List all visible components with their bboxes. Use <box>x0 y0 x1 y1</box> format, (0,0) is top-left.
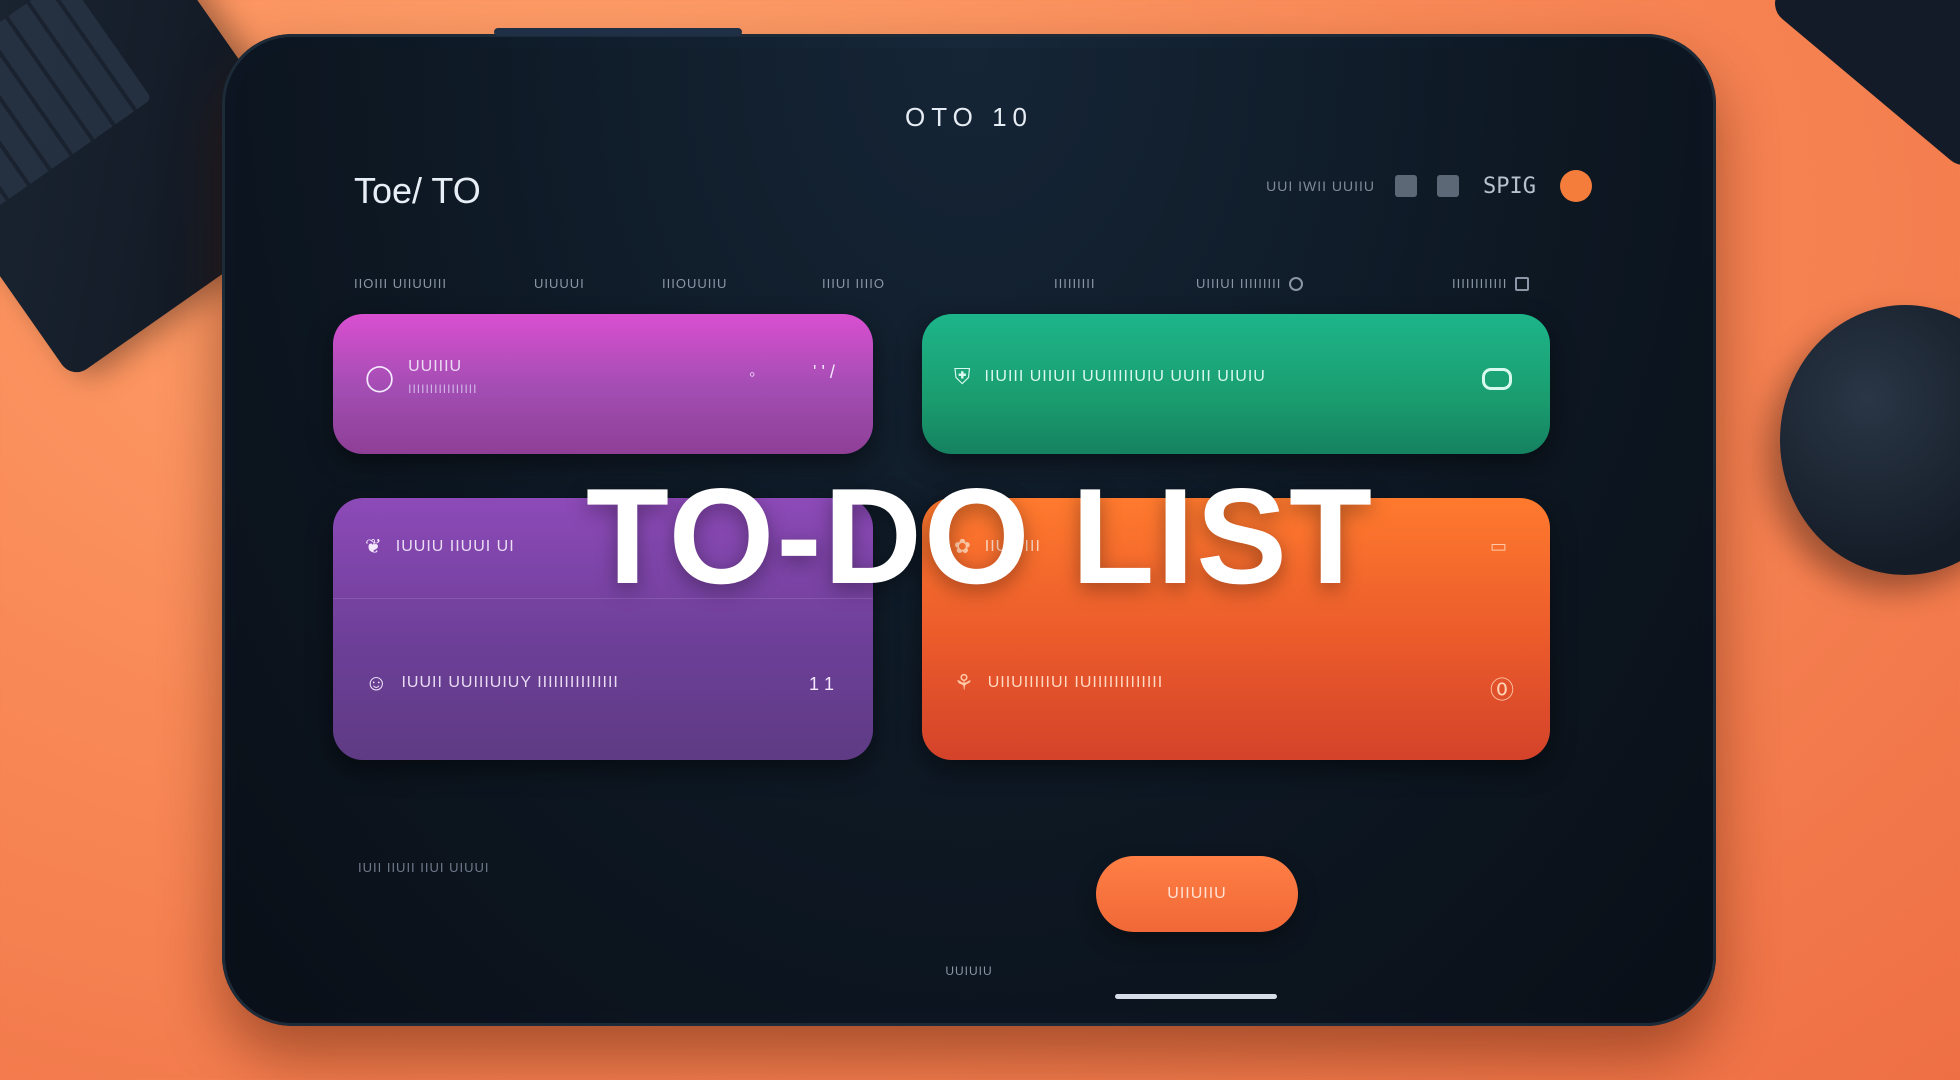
nav-bar: IIOIII UIIUUIII UIUUUI IIIOUUIIU IIIUI I… <box>354 276 1574 306</box>
tablet-top-bar <box>494 28 742 36</box>
laptop-keyboard <box>0 0 152 214</box>
nav-item[interactable]: IIOIII UIIUUIII <box>354 276 447 291</box>
task-text-group: UUIIIU IIIIIIIIIIIIIIII <box>408 358 477 396</box>
task-card-pink[interactable]: ◯ UUIIIU IIIIIIIIIIIIIIII ◦ ' ' / <box>333 314 873 454</box>
card-trailing-text: 1 1 <box>809 674 835 694</box>
task-title: UUIIIU <box>408 358 463 375</box>
screen-title: OTO 10 <box>904 102 1033 132</box>
nav-item-label: IIIUI IIIIO <box>822 276 886 291</box>
card-trailing-text: ' ' / <box>813 362 835 382</box>
home-indicator <box>1115 994 1277 999</box>
task-row: ◯ UUIIIU IIIIIIIIIIIIIIII <box>365 358 477 396</box>
pen-icon <box>1515 276 1530 291</box>
shield-icon: ⛨ <box>954 364 971 389</box>
avatar[interactable] <box>1560 170 1592 202</box>
nav-item[interactable]: IIIUI IIIIO <box>822 276 885 291</box>
task-row[interactable]: ☺ IUUII UUIIIUIUY IIIIIIIIIIIIIII <box>365 670 619 696</box>
toolbar: UUI IWII UUIIU SPIG <box>1266 170 1592 202</box>
nav-item[interactable]: UIUUUI <box>534 276 585 291</box>
square-icon[interactable] <box>1395 175 1418 197</box>
nav-item[interactable]: IIIIIIIIIIII <box>1452 276 1530 291</box>
toolbar-code: SPIG <box>1483 173 1536 199</box>
nav-item-label: IIIIIIIII <box>1054 276 1096 291</box>
circle-icon <box>1289 276 1304 291</box>
nav-item-label: IIOIII UIIUUIII <box>354 276 448 291</box>
footer-text: IUII IIUII IIUI UIUUI <box>358 860 490 875</box>
gift-icon: ⚘ <box>954 670 974 695</box>
coin-icon[interactable]: ⓪ <box>1490 670 1514 705</box>
overlay-title: TO-DO LIST <box>585 460 1375 612</box>
nav-item[interactable]: IIIIIIIII <box>1054 276 1096 291</box>
drop-icon[interactable]: ◦ <box>749 364 755 385</box>
app-title: Toe/ TO <box>354 170 481 211</box>
lightbulb-icon: ◯ <box>365 361 395 392</box>
task-card-green[interactable]: ⛨ IIUIII UIIUII UUIIIIIUIU UUIII UIUIU <box>922 314 1550 454</box>
toggle-icon[interactable] <box>1482 368 1512 390</box>
task-title: UIIUIIIIIUI IUIIIIIIIIIIIII <box>987 674 1164 691</box>
footer-caption: UUIUIU <box>945 964 993 978</box>
nav-item-label: UIUUUI <box>534 276 585 291</box>
person-icon: ☺ <box>365 670 388 695</box>
task-row: ⛨ IIUIII UIIUII UUIIIIIUIU UUIII UIUIU <box>954 364 1266 390</box>
nav-item-label: UIIIUI IIIIIIIII <box>1196 276 1282 291</box>
pill-icon <box>1482 368 1512 390</box>
nav-item[interactable]: IIIOUUIIU <box>662 276 727 291</box>
nav-item[interactable]: UIIIUI IIIIIIIII <box>1196 276 1304 291</box>
nav-item-label: IIIOUUIIU <box>662 276 728 291</box>
task-title: IIUIII UIIUII UUIIIIIUIU UUIII UIUIU <box>984 368 1266 385</box>
square-icon[interactable] <box>1437 175 1460 197</box>
toolbar-label: UUI IWII UUIIU <box>1266 178 1376 194</box>
task-row[interactable]: ⚘ UIIUIIIIIUI IUIIIIIIIIIIIII <box>954 670 1163 696</box>
task-title: IUUII UUIIIUIUY IIIIIIIIIIIIIII <box>401 674 619 691</box>
task-subtitle: IIIIIIIIIIIIIIII <box>408 382 478 396</box>
background-device-corner <box>1766 0 1960 174</box>
nav-item-label: IIIIIIIIIIII <box>1452 276 1508 291</box>
add-task-button[interactable]: UIIUIIU <box>1096 856 1298 932</box>
